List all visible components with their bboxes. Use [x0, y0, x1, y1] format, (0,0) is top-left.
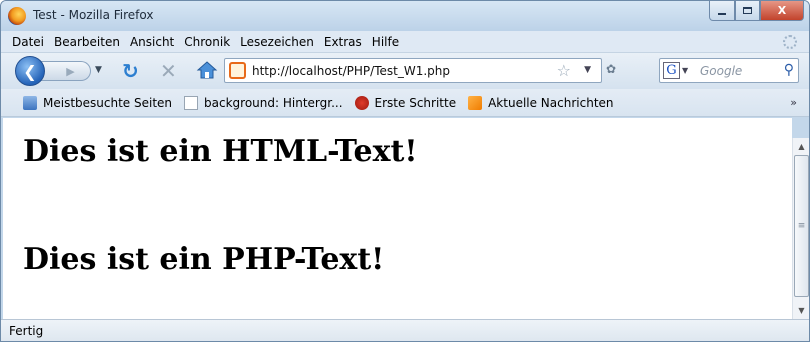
bookmark-label: Aktuelle Nachrichten — [488, 95, 614, 110]
search-icon[interactable]: ⚲ — [784, 62, 794, 78]
history-dropdown-icon[interactable]: ▼ — [95, 65, 102, 75]
search-input[interactable]: Google — [700, 64, 742, 78]
forward-button[interactable]: ▶ — [41, 61, 91, 81]
browser-window: Test - Mozilla Firefox X Datei Bearbeite… — [0, 0, 810, 342]
status-text: Fertig — [9, 324, 44, 338]
menu-lesezeichen[interactable]: Lesezeichen — [235, 35, 319, 49]
bookmark-aktuelle-nachrichten[interactable]: Aktuelle Nachrichten — [468, 95, 614, 110]
site-favicon — [229, 62, 246, 79]
menu-hilfe[interactable]: Hilfe — [367, 35, 404, 49]
window-title: Test - Mozilla Firefox — [33, 8, 154, 22]
menu-bar: Datei Bearbeiten Ansicht Chronik Lesezei… — [1, 31, 809, 53]
url-dropdown-icon[interactable]: ▼ — [584, 65, 591, 75]
stop-icon[interactable]: ✕ — [160, 59, 177, 83]
engine-dropdown-icon[interactable]: ▼ — [682, 66, 688, 75]
page-icon — [184, 95, 199, 110]
bookmark-meistbesuchte[interactable]: Meistbesuchte Seiten — [23, 95, 173, 110]
menu-extras[interactable]: Extras — [319, 35, 367, 49]
addon-icon[interactable]: ✿ — [606, 62, 616, 76]
forward-icon: ▶ — [66, 64, 75, 78]
bookmarks-toolbar: Meistbesuchte Seiten background: Hinterg… — [1, 89, 809, 117]
bookmark-label: background: Hintergr... — [204, 95, 343, 110]
page-heading-html: Dies ist ein HTML-Text! — [23, 134, 418, 169]
bookmark-label: Meistbesuchte Seiten — [43, 95, 173, 110]
status-bar: Fertig — [1, 319, 809, 341]
home-icon-graphic — [196, 61, 218, 79]
back-forward-group: ▶ ❮ ▼ — [15, 56, 103, 86]
scroll-thumb[interactable]: ≡ — [794, 155, 809, 297]
menu-datei[interactable]: Datei — [1, 35, 49, 49]
firefox-red-icon — [354, 95, 369, 110]
bookmark-erste-schritte[interactable]: Erste Schritte — [354, 95, 457, 110]
search-box[interactable]: G ▼ Google ⚲ — [659, 58, 799, 83]
vertical-scrollbar[interactable]: ▲ ≡ ▼ — [792, 138, 809, 319]
navigation-toolbar: ▶ ❮ ▼ ↻ ✕ http://localhost/PHP/Test_W1.p… — [1, 53, 809, 89]
minimize-button[interactable] — [709, 1, 735, 21]
rss-icon — [468, 95, 483, 110]
page-heading-php: Dies ist ein PHP-Text! — [23, 242, 385, 277]
maximize-icon — [743, 7, 752, 14]
most-visited-icon — [23, 95, 37, 110]
google-engine-icon[interactable]: G — [663, 62, 680, 79]
star-icon[interactable]: ☆ — [557, 61, 571, 80]
bookmark-background[interactable]: background: Hintergr... — [184, 95, 343, 110]
reload-icon[interactable]: ↻ — [122, 59, 139, 83]
minimize-icon — [718, 12, 726, 15]
maximize-button[interactable] — [735, 1, 760, 21]
bookmark-label: Erste Schritte — [374, 95, 457, 110]
back-button[interactable]: ❮ — [15, 56, 45, 86]
close-button[interactable]: X — [760, 1, 804, 21]
menu-ansicht[interactable]: Ansicht — [125, 35, 179, 49]
firefox-icon — [8, 7, 26, 25]
close-icon: X — [777, 4, 787, 17]
menu-bearbeiten[interactable]: Bearbeiten — [49, 35, 125, 49]
bookmarks-more-icon[interactable]: » — [790, 96, 797, 109]
home-icon[interactable] — [196, 59, 218, 81]
scroll-down-icon[interactable]: ▼ — [793, 302, 809, 319]
back-icon: ❮ — [23, 61, 37, 81]
scroll-up-icon[interactable]: ▲ — [793, 138, 809, 155]
title-bar: Test - Mozilla Firefox X — [1, 1, 809, 31]
throbber-icon — [783, 35, 797, 49]
menu-chronik[interactable]: Chronik — [179, 35, 235, 49]
url-bar[interactable]: http://localhost/PHP/Test_W1.php ☆ ▼ — [224, 58, 602, 83]
window-controls: X — [709, 1, 804, 21]
page-content: Dies ist ein HTML-Text! Dies ist ein PHP… — [3, 118, 792, 319]
url-input[interactable]: http://localhost/PHP/Test_W1.php — [252, 64, 450, 78]
